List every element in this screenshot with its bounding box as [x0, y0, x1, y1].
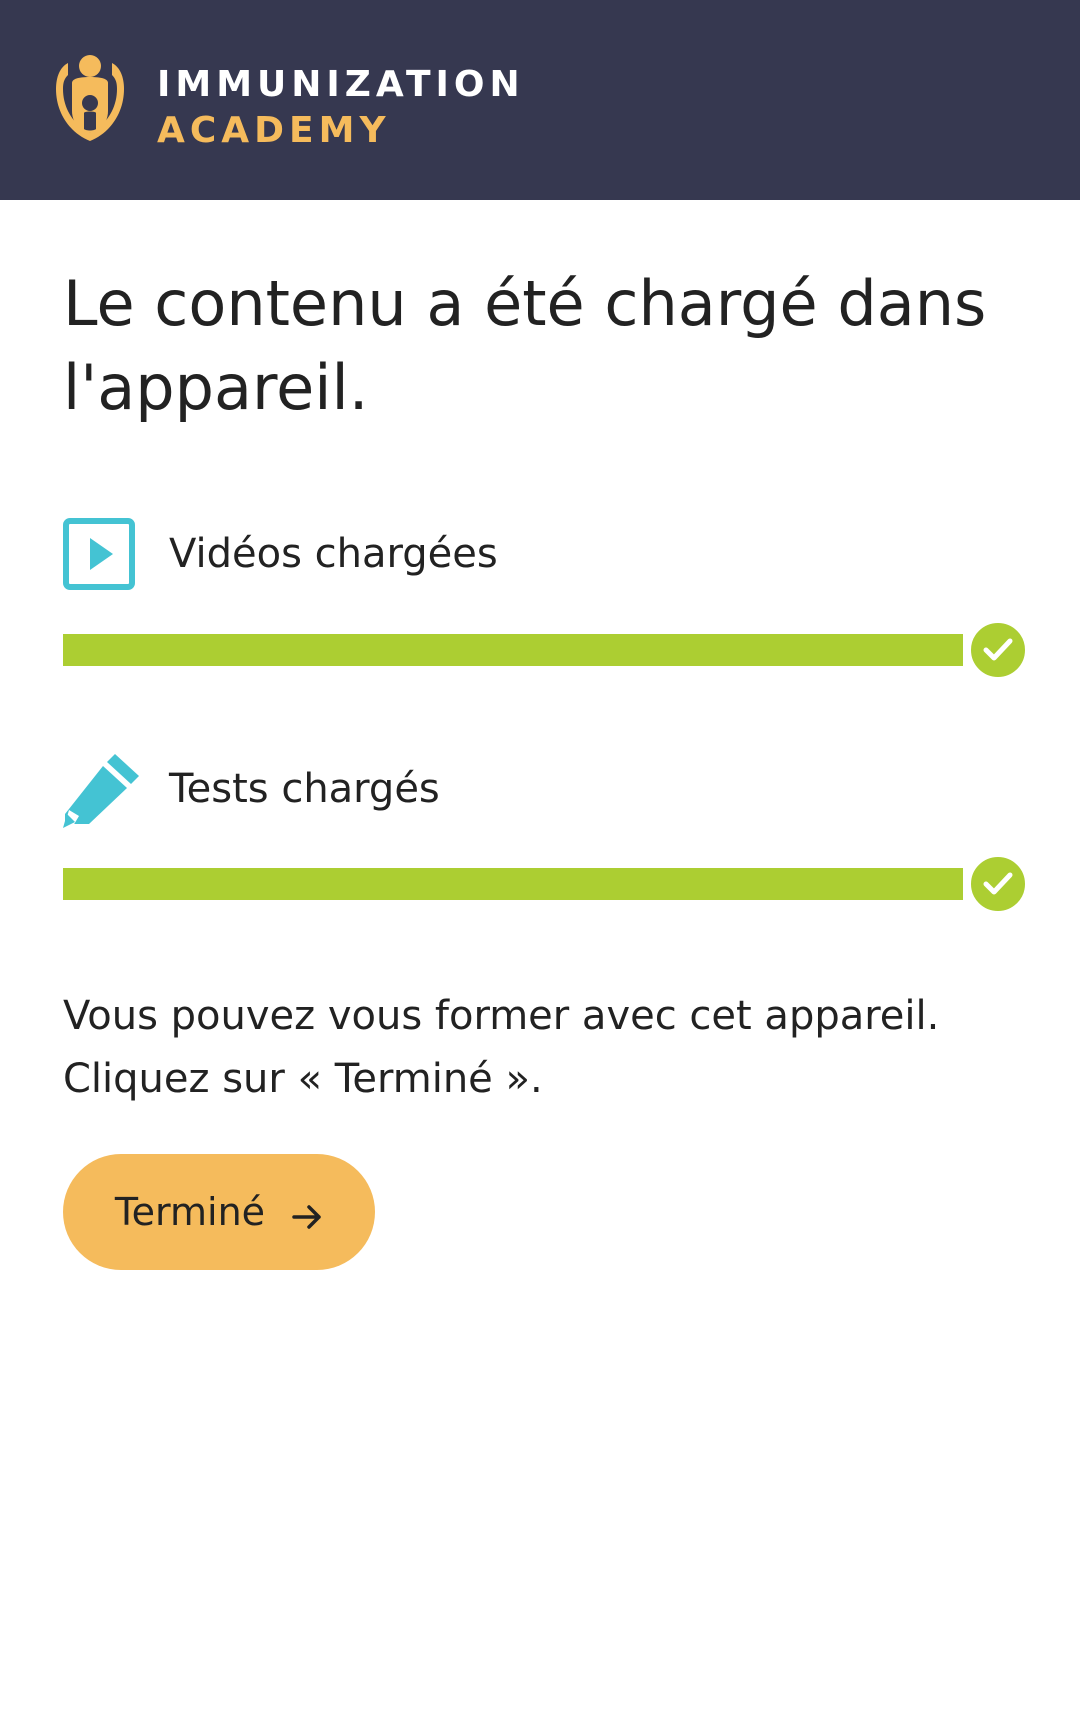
- done-button[interactable]: Terminé: [63, 1154, 375, 1270]
- message-line-1: Vous pouvez vous former avec cet apparei…: [63, 993, 940, 1039]
- progress-bar-videos: [63, 634, 963, 666]
- app-header: IMMUNIZATION ACADEMY: [0, 0, 1080, 200]
- item-label-videos: Vidéos chargées: [169, 531, 498, 577]
- pencil-icon: [63, 752, 141, 832]
- progress-bar-tests: [63, 868, 963, 900]
- instruction-message: Vous pouvez vous former avec cet apparei…: [63, 985, 1023, 1111]
- brand-line-2: ACADEMY: [157, 110, 391, 151]
- brand-name: IMMUNIZATION ACADEMY: [157, 62, 525, 154]
- done-button-label: Terminé: [114, 1190, 266, 1234]
- message-line-2: Cliquez sur « Terminé ».: [63, 1056, 543, 1102]
- family-logo-icon: [54, 53, 126, 143]
- progress-fill-videos: [63, 634, 963, 666]
- arrow-right-icon: [291, 1197, 323, 1229]
- item-label-tests: Tests chargés: [169, 766, 440, 812]
- check-icon: [968, 620, 1028, 680]
- video-play-icon: [63, 518, 135, 594]
- page-title: Le contenu a été chargé dans l'appareil.: [63, 267, 987, 424]
- progress-fill-tests: [63, 868, 963, 900]
- check-icon: [968, 854, 1028, 914]
- brand-line-1: IMMUNIZATION: [157, 64, 525, 105]
